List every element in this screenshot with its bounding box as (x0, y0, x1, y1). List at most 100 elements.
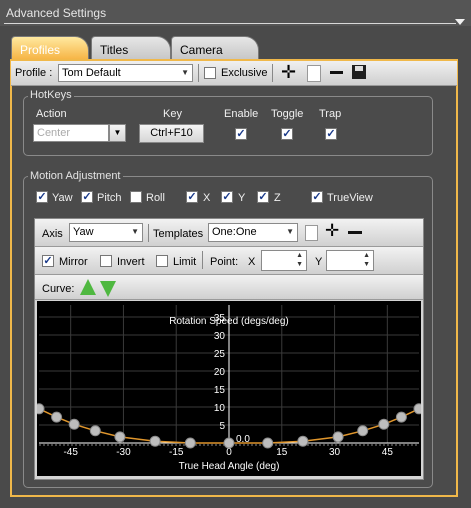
action-select-value: Center (37, 127, 71, 139)
curve-control-point[interactable] (37, 403, 45, 415)
x-tick-label: 15 (276, 447, 288, 458)
invert-checkbox[interactable] (100, 255, 112, 267)
tab-camera[interactable]: Camera (171, 36, 259, 60)
copy-template-icon[interactable] (305, 225, 318, 241)
curve-label: Curve: (42, 283, 75, 295)
axis-select-value: Yaw (73, 226, 94, 238)
trueview-checkbox[interactable]: ✓ (311, 191, 323, 203)
toggle-column-label: Toggle (271, 108, 304, 120)
curve-control-point[interactable] (297, 435, 309, 447)
y-tick-label: 20 (214, 367, 226, 378)
curve-control-point[interactable] (378, 418, 390, 430)
remove-profile-icon[interactable] (330, 71, 343, 74)
curve-control-point[interactable] (184, 437, 196, 449)
toolbar-separator (148, 224, 149, 242)
profile-select-value: Tom Default (62, 67, 121, 79)
point-y-spinner[interactable]: ▲ ▼ (326, 250, 374, 271)
motion-title: Motion Adjustment (28, 170, 123, 182)
spinner-up-icon[interactable]: ▲ (363, 252, 370, 259)
trap-column-label: Trap (319, 108, 342, 120)
key-assign-button[interactable]: Ctrl+F10 (139, 124, 204, 143)
x-tick-label: -30 (116, 447, 131, 458)
templates-select-value: One:One (212, 226, 257, 238)
curve-control-point[interactable] (89, 425, 101, 437)
chevron-down-icon: ▼ (181, 68, 189, 77)
spinner-down-icon[interactable]: ▼ (296, 261, 303, 268)
point-label: Point: (210, 256, 239, 268)
action-column-label: Action (36, 108, 67, 120)
mirror-label: Mirror (59, 256, 88, 268)
profile-select[interactable]: Tom Default ▼ (58, 64, 193, 82)
toggle-checkbox[interactable]: ✓ (281, 128, 293, 140)
x-tick-label: 0 (226, 447, 232, 458)
limit-label: Limit (173, 256, 197, 268)
mirror-checkbox[interactable]: ✓ (42, 255, 54, 267)
curve-control-point[interactable] (223, 437, 235, 449)
yaw-checkbox[interactable]: ✓ (36, 191, 48, 203)
response-curve-chart[interactable]: -45 -30 -15 0 15 30 455101520253035 Rotation S… (37, 301, 421, 476)
invert-label: Invert (117, 256, 145, 268)
spinner-down-icon[interactable]: ▼ (363, 261, 370, 268)
point-x-spinner[interactable]: ▲ ▼ (261, 250, 307, 271)
axis-select[interactable]: Yaw ▼ (69, 223, 143, 242)
action-dropdown-button[interactable]: ▼ (109, 124, 126, 142)
exclusive-checkbox[interactable] (204, 67, 216, 79)
curve-control-point[interactable] (395, 411, 407, 423)
add-template-icon[interactable]: ✛ (325, 222, 339, 239)
roll-label: Roll (146, 192, 165, 204)
toolbar-separator (198, 64, 199, 82)
collapse-arrow-icon[interactable] (455, 19, 465, 25)
chart-title: Rotation Speed (degs/deg) (169, 316, 289, 327)
curve-control-point[interactable] (262, 437, 274, 449)
curve-control-point[interactable] (68, 418, 80, 430)
x-tick-label: -15 (169, 447, 184, 458)
header-divider (4, 23, 456, 24)
action-select[interactable]: Center (33, 124, 109, 142)
enable-column-label: Enable (224, 108, 259, 120)
header-title: Advanced Settings (6, 6, 107, 20)
chart-x-axis-label: True Head Angle (deg) (179, 461, 280, 472)
enable-checkbox[interactable]: ✓ (235, 128, 247, 140)
y-tick-label: 15 (214, 385, 226, 396)
curve-control-point[interactable] (357, 425, 369, 437)
trueview-label: TrueView (327, 192, 373, 204)
yaw-label: Yaw (52, 192, 73, 204)
y-checkbox[interactable]: ✓ (221, 191, 233, 203)
pitch-checkbox[interactable]: ✓ (81, 191, 93, 203)
spinner-up-icon[interactable]: ▲ (296, 252, 303, 259)
roll-checkbox[interactable] (130, 191, 142, 203)
x-label: X (203, 192, 211, 204)
curve-control-point[interactable] (114, 431, 126, 443)
templates-select[interactable]: One:One ▼ (208, 223, 298, 242)
axis-label: Axis (42, 228, 63, 240)
curve-control-point[interactable] (51, 411, 63, 423)
y-label: Y (238, 192, 246, 204)
curve-control-point[interactable] (149, 435, 161, 447)
toolbar-separator (202, 251, 203, 269)
curve-down-arrow-icon[interactable] (100, 281, 116, 297)
curve-up-arrow-icon[interactable] (80, 279, 96, 295)
remove-template-icon[interactable] (348, 231, 362, 234)
trap-checkbox[interactable]: ✓ (325, 128, 337, 140)
limit-checkbox[interactable] (156, 255, 168, 267)
y-tick-label: 25 (214, 349, 226, 360)
exclusive-label: Exclusive (221, 67, 268, 79)
curve-control-point[interactable] (413, 403, 421, 415)
x-tick-label: -45 (63, 447, 78, 458)
y-tick-label: 30 (214, 331, 226, 342)
key-column-label: Key (163, 108, 182, 120)
x-checkbox[interactable]: ✓ (186, 191, 198, 203)
x-tick-label: 30 (329, 447, 341, 458)
chevron-down-icon: ▼ (286, 227, 294, 236)
z-checkbox[interactable]: ✓ (257, 191, 269, 203)
y-tick-label: 5 (219, 421, 225, 432)
tab-profiles[interactable]: Profiles (11, 36, 89, 60)
curve-control-point[interactable] (332, 431, 344, 443)
point-y-label: Y (315, 256, 323, 268)
profile-label: Profile : (15, 67, 53, 79)
tab-titles[interactable]: Titles (91, 36, 171, 60)
copy-profile-icon[interactable] (307, 65, 321, 82)
y-tick-label: 10 (214, 403, 226, 414)
add-profile-icon[interactable]: ✛ (281, 63, 296, 81)
save-profile-icon[interactable] (352, 65, 366, 79)
